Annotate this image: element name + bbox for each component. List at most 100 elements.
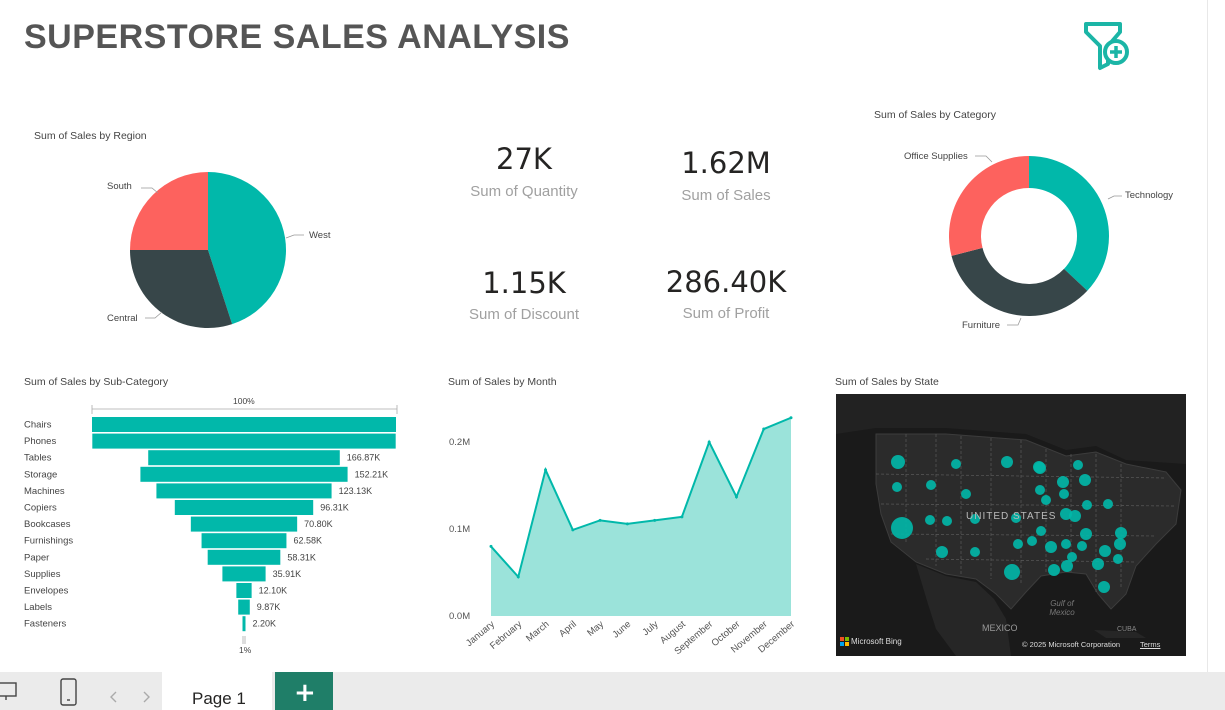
- map-bubble[interactable]: [1098, 581, 1110, 593]
- filter-plus-icon[interactable]: [1082, 20, 1132, 72]
- funnel-bar[interactable]: [207, 549, 281, 565]
- pie-label-south: South: [107, 181, 132, 192]
- subcategory-funnel-chart[interactable]: Chairs Phones Tables 166.87K Storage 152.21K M…: [20, 390, 420, 660]
- map-bubble[interactable]: [925, 515, 935, 525]
- region-chart-title: Sum of Sales by Region: [34, 130, 147, 142]
- map-terms-link[interactable]: Terms: [1140, 640, 1160, 649]
- map-bubble[interactable]: [1099, 545, 1111, 557]
- funnel-category-label: Supplies: [24, 569, 61, 580]
- data-point[interactable]: [680, 515, 684, 519]
- map-bubble[interactable]: [1057, 476, 1069, 488]
- pie-slice-office-supplies[interactable]: [949, 156, 1029, 256]
- map-bubble[interactable]: [1113, 554, 1123, 564]
- data-point[interactable]: [516, 575, 520, 579]
- map-bubble[interactable]: [1045, 541, 1057, 553]
- card-quantity-label: Sum of Quantity: [470, 183, 578, 200]
- funnel-category-label: Paper: [24, 552, 49, 563]
- funnel-bar[interactable]: [174, 500, 314, 515]
- pie-slice-furniture[interactable]: [951, 247, 1088, 316]
- map-copyright: © 2025 Microsoft Corporation: [1022, 640, 1121, 649]
- x-tick-label: April: [557, 619, 579, 640]
- data-point[interactable]: [762, 427, 766, 431]
- map-bubble[interactable]: [892, 482, 902, 492]
- data-point[interactable]: [544, 468, 548, 472]
- funnel-bar[interactable]: [201, 533, 287, 549]
- pie-slice-south[interactable]: [130, 172, 208, 250]
- map-bubble[interactable]: [1080, 528, 1092, 540]
- data-point[interactable]: [598, 518, 602, 522]
- month-area-chart[interactable]: 0.0M0.1M0.2MJanuaryFebruary March April May…: [440, 395, 810, 665]
- phone-layout-icon[interactable]: [58, 678, 80, 706]
- map-bubble[interactable]: [936, 546, 948, 558]
- data-point[interactable]: [489, 544, 493, 548]
- pie-label-west: West: [309, 230, 331, 241]
- map-bubble[interactable]: [891, 517, 913, 539]
- data-point[interactable]: [625, 522, 629, 526]
- map-bubble[interactable]: [1092, 558, 1104, 570]
- map-bubble[interactable]: [1060, 508, 1072, 520]
- map-bubble[interactable]: [951, 459, 961, 469]
- data-point[interactable]: [734, 495, 738, 499]
- map-bubble[interactable]: [891, 455, 905, 469]
- chevron-right-icon[interactable]: [140, 690, 152, 704]
- donut-label-office: Office Supplies: [904, 151, 968, 162]
- funnel-bar[interactable]: [242, 616, 246, 632]
- data-point[interactable]: [571, 528, 575, 532]
- map-chart-title: Sum of Sales by State: [835, 376, 939, 388]
- map-bubble[interactable]: [1082, 500, 1092, 510]
- funnel-bar[interactable]: [148, 450, 340, 466]
- y-tick-label: 0.2M: [449, 437, 470, 448]
- state-sales-map[interactable]: UNITED STATES MEXICO Gulf of Mexico CUBA…: [836, 394, 1186, 656]
- map-bubble[interactable]: [1114, 538, 1126, 550]
- category-donut-chart[interactable]: [900, 140, 1200, 340]
- map-bubble[interactable]: [1073, 460, 1083, 470]
- map-bubble[interactable]: [1027, 536, 1037, 546]
- map-bubble[interactable]: [1103, 499, 1113, 509]
- funnel-bar[interactable]: [190, 516, 298, 532]
- funnel-bar[interactable]: [92, 417, 396, 432]
- map-bubble[interactable]: [1079, 474, 1091, 486]
- map-bubble[interactable]: [1061, 560, 1073, 572]
- funnel-bar[interactable]: [156, 483, 332, 499]
- map-bubble[interactable]: [1035, 485, 1045, 495]
- funnel-bar[interactable]: [222, 566, 266, 582]
- funnel-bottom-percent: 1%: [239, 645, 252, 655]
- map-bubble[interactable]: [1048, 564, 1060, 576]
- y-tick-label: 0.1M: [449, 524, 470, 535]
- map-bubble[interactable]: [1004, 564, 1020, 580]
- map-bubble[interactable]: [1013, 539, 1023, 549]
- pie-slice-technology[interactable]: [1029, 156, 1109, 291]
- map-label-gulf: Gulf of Mexico: [1049, 599, 1075, 617]
- map-bubble[interactable]: [942, 516, 952, 526]
- funnel-bar[interactable]: [92, 433, 396, 449]
- funnel-bar[interactable]: [238, 599, 250, 615]
- funnel-data-label: 2.20K: [253, 619, 277, 629]
- map-bubble[interactable]: [1059, 489, 1069, 499]
- map-bubble[interactable]: [1041, 495, 1051, 505]
- map-bubble[interactable]: [1033, 461, 1045, 473]
- funnel-bar[interactable]: [140, 466, 348, 482]
- desktop-layout-icon[interactable]: [0, 680, 20, 702]
- map-bubble[interactable]: [970, 547, 980, 557]
- map-bubble[interactable]: [1077, 541, 1087, 551]
- map-bubble[interactable]: [1061, 539, 1071, 549]
- data-point[interactable]: [789, 416, 793, 420]
- funnel-data-label: 70.80K: [304, 519, 333, 529]
- map-bubble[interactable]: [926, 480, 936, 490]
- map-bubble[interactable]: [961, 489, 971, 499]
- add-page-button[interactable]: +: [275, 672, 333, 710]
- data-point[interactable]: [653, 518, 657, 522]
- map-bubble[interactable]: [1115, 527, 1127, 539]
- funnel-category-label: Tables: [24, 453, 52, 464]
- plus-icon: +: [294, 678, 316, 708]
- area-fill[interactable]: [491, 417, 791, 616]
- data-point[interactable]: [707, 440, 711, 444]
- funnel-bar[interactable]: [236, 583, 252, 598]
- map-bubble[interactable]: [1001, 456, 1013, 468]
- tab-page-1[interactable]: Page 1: [162, 672, 272, 710]
- card-discount-value: 1.15K: [482, 266, 566, 300]
- funnel-category-label: Envelopes: [24, 586, 69, 597]
- chevron-left-icon[interactable]: [108, 690, 120, 704]
- category-chart-title: Sum of Sales by Category: [874, 109, 996, 121]
- map-bubble[interactable]: [1036, 526, 1046, 536]
